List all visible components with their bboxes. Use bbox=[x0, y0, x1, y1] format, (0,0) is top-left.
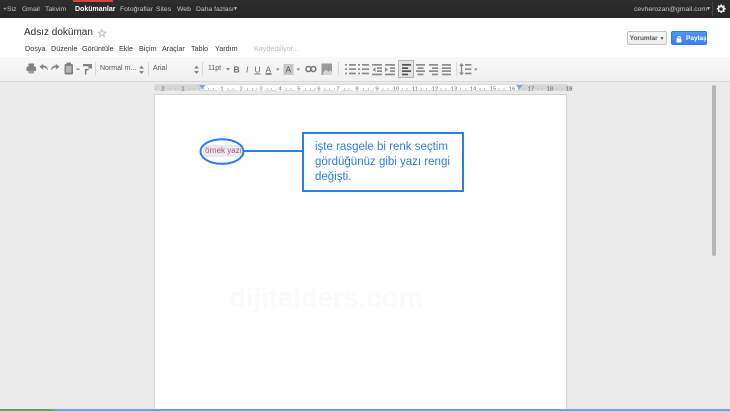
svg-text:I: I bbox=[246, 65, 249, 75]
svg-text:A: A bbox=[266, 65, 272, 75]
svg-text:U: U bbox=[255, 65, 261, 75]
svg-text:B: B bbox=[234, 65, 240, 75]
svg-text:A: A bbox=[286, 65, 292, 75]
